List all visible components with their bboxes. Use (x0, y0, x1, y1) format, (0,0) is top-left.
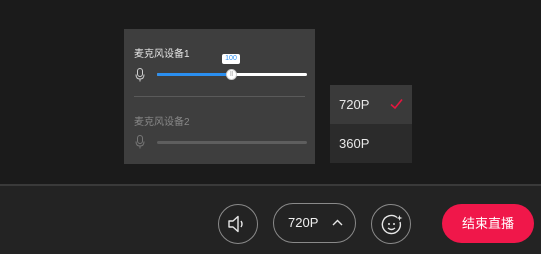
quality-select-button[interactable]: 720P (273, 203, 356, 243)
face-sparkle-icon (381, 214, 403, 235)
check-icon (390, 98, 403, 110)
volume-tooltip: 100 (222, 54, 240, 64)
panel-separator (134, 96, 305, 97)
microphone-icon (135, 68, 145, 82)
microphone-icon (135, 135, 145, 149)
volume-slider-thumb[interactable]: || (226, 69, 237, 80)
quality-option-720p[interactable]: 720P (330, 85, 412, 124)
quality-menu: 720P 360P (330, 85, 412, 163)
speaker-icon (228, 215, 243, 233)
quality-option-label: 360P (339, 136, 370, 151)
end-live-button[interactable]: 结束直播 (442, 204, 534, 243)
volume-slider-fill (157, 73, 232, 76)
microphone-panel: 麦克风设备1 100 || 麦克风设备2 (124, 29, 315, 164)
volume-button[interactable] (218, 204, 258, 244)
quality-select-label: 720P (288, 215, 319, 230)
quality-option-label: 720P (339, 97, 370, 112)
chevron-up-icon (332, 219, 343, 226)
device-1-label: 麦克风设备1 (134, 49, 190, 60)
effects-button[interactable] (371, 204, 411, 244)
device-2-label: 麦克风设备2 (134, 117, 190, 128)
volume-slider-device-2 (157, 141, 307, 144)
quality-option-360p[interactable]: 360P (330, 124, 412, 163)
